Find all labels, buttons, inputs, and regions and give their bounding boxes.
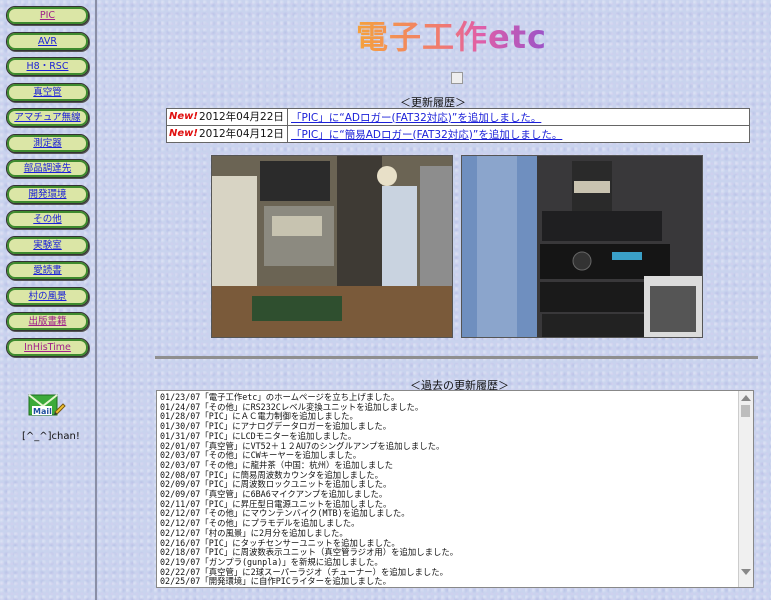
scrollbar-thumb[interactable]: [741, 405, 750, 417]
sidebar-item[interactable]: その他: [6, 210, 89, 229]
mail-label: Mail: [33, 407, 52, 416]
sidebar-item[interactable]: 測定器: [6, 133, 89, 153]
new-badge: New!: [169, 111, 198, 122]
sidebar-item[interactable]: InHisTime: [6, 337, 89, 357]
sidebar-item[interactable]: 出版書籍: [6, 312, 89, 331]
sidebar-item[interactable]: 愛読書: [6, 261, 89, 280]
sidebar-item[interactable]: H8・RSC: [6, 57, 89, 76]
update-link[interactable]: 「PIC」に“簡易ADロガー(FAT32対応)”を追加しました。: [288, 127, 562, 142]
sidebar-item[interactable]: 実験室: [6, 235, 89, 255]
mail-icon[interactable]: Mail: [28, 392, 66, 420]
site-logo: 電子工作etc: [356, 12, 547, 58]
scroll-down-arrow-icon[interactable]: [741, 569, 751, 575]
table-row: New! 2012年04月22日 「PIC」に“ADロガー(FAT32対応)”を…: [167, 109, 749, 126]
update-history-table: New! 2012年04月22日 「PIC」に“ADロガー(FAT32対応)”を…: [166, 108, 750, 143]
scroll-up-arrow-icon[interactable]: [741, 395, 751, 401]
update-date: 2012年04月12日: [198, 128, 284, 140]
sidebar-item[interactable]: PIC: [6, 6, 89, 25]
history-line: 02/25/07「開発環境」に自作PICライターを追加しました。: [160, 576, 392, 587]
section-divider: [155, 356, 758, 359]
sidebar-item[interactable]: 部品調達先: [6, 159, 89, 178]
past-history-text: 01/23/07「電子工作etc」のホームページを立ち上げました。 01/24/0…: [160, 392, 737, 587]
update-link[interactable]: 「PIC」に“ADロガー(FAT32対応)”を追加しました。: [288, 110, 541, 125]
update-date: 2012年04月22日: [198, 111, 284, 123]
sidebar: PIC AVR H8・RSC 真空管 アマチュア無線 測定器 部品調達先 開発環境 その他 実験室…: [0, 0, 97, 600]
past-history-textarea[interactable]: 01/23/07「電子工作etc」のホームページを立ち上げました。 01/24/0…: [156, 390, 754, 588]
workbench-photo: [211, 155, 453, 338]
sidebar-item[interactable]: アマチュア無線: [6, 108, 89, 127]
table-row: New! 2012年04月12日 「PIC」に“簡易ADロガー(FAT32対応)…: [167, 126, 749, 142]
scrollbar[interactable]: [738, 391, 753, 587]
new-badge: New!: [169, 128, 198, 139]
broken-image-icon: [451, 72, 463, 84]
radio-station-photo: [461, 155, 703, 338]
sidebar-item[interactable]: 開発環境: [6, 184, 89, 204]
signature-text: [^_^]chan!: [22, 431, 80, 442]
sidebar-item[interactable]: AVR: [6, 31, 89, 51]
sidebar-item[interactable]: 村の風景: [6, 286, 89, 306]
